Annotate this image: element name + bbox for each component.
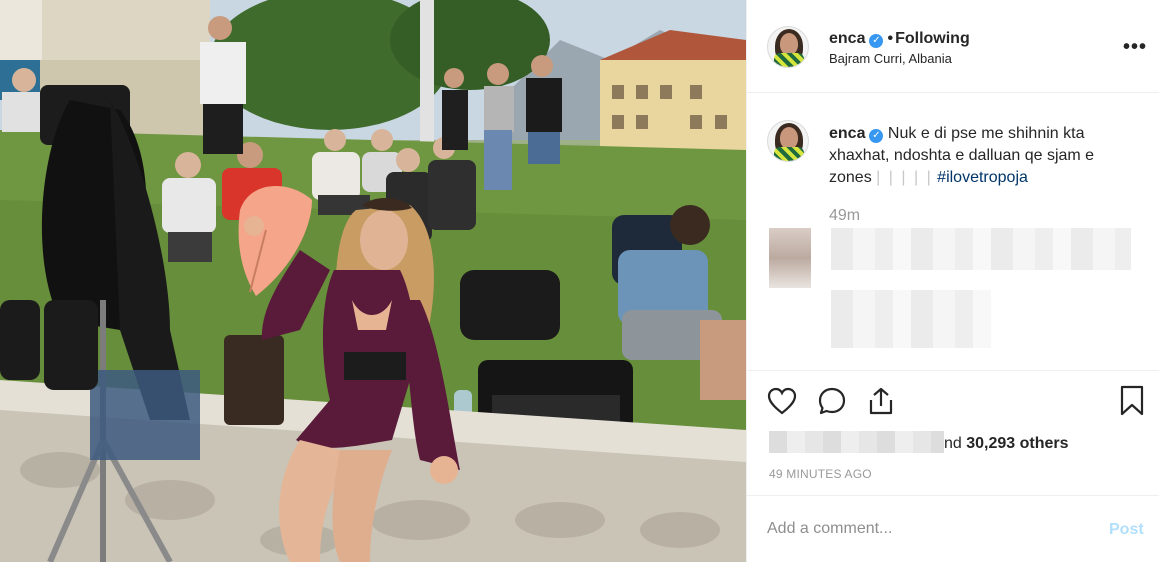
redacted-comment-line <box>831 228 1131 270</box>
post-caption: enca ✓ Nuk e di pse me shihnin kta xhaxha… <box>829 123 1129 189</box>
post-timestamp[interactable]: 49 MINUTES AGO <box>769 467 872 481</box>
caption-decoration: | | | | | <box>876 169 933 186</box>
avatar-face <box>780 127 798 149</box>
bookmark-icon[interactable] <box>1115 384 1149 418</box>
likes-summary[interactable]: nd 30,293 others <box>769 431 1069 453</box>
post-details-panel: enca ✓ • Following Bajram Curri, Albania ••… <box>746 0 1159 562</box>
redacted-liker-names <box>769 431 944 453</box>
post-comment-button[interactable]: Post <box>1109 521 1144 539</box>
avatar-face <box>780 33 798 55</box>
post-location[interactable]: Bajram Curri, Albania <box>829 51 952 66</box>
heart-icon[interactable] <box>765 384 799 418</box>
caption-avatar[interactable] <box>767 120 809 162</box>
comment-divider <box>747 495 1159 496</box>
header-separator: • <box>887 30 894 47</box>
share-upload-icon[interactable] <box>864 384 898 418</box>
redacted-comment-avatar <box>769 228 811 288</box>
header-divider <box>747 92 1159 93</box>
post-header-user: enca ✓ • Following <box>829 30 970 48</box>
author-username[interactable]: enca <box>829 30 865 47</box>
author-avatar[interactable] <box>767 26 809 68</box>
caption-time-ago: 49m <box>829 207 861 224</box>
more-horizontal-icon[interactable]: ••• <box>1123 36 1147 59</box>
following-button[interactable]: Following <box>895 30 970 47</box>
post-photo[interactable] <box>0 0 746 562</box>
caption-hashtag[interactable]: #ilovetropoja <box>937 169 1028 186</box>
verified-badge-icon: ✓ <box>869 129 884 143</box>
actions-divider <box>747 370 1159 371</box>
photo-illustration <box>0 0 746 562</box>
avatar-clothing <box>774 147 804 161</box>
comment-bubble-icon[interactable] <box>815 384 849 418</box>
redacted-comment-line <box>831 290 991 348</box>
likes-connector: nd <box>944 435 967 452</box>
caption-username[interactable]: enca <box>829 125 865 142</box>
verified-badge-icon: ✓ <box>869 34 884 48</box>
likes-count[interactable]: 30,293 others <box>966 435 1068 452</box>
comment-input[interactable] <box>767 520 1067 538</box>
avatar-clothing <box>774 53 804 67</box>
